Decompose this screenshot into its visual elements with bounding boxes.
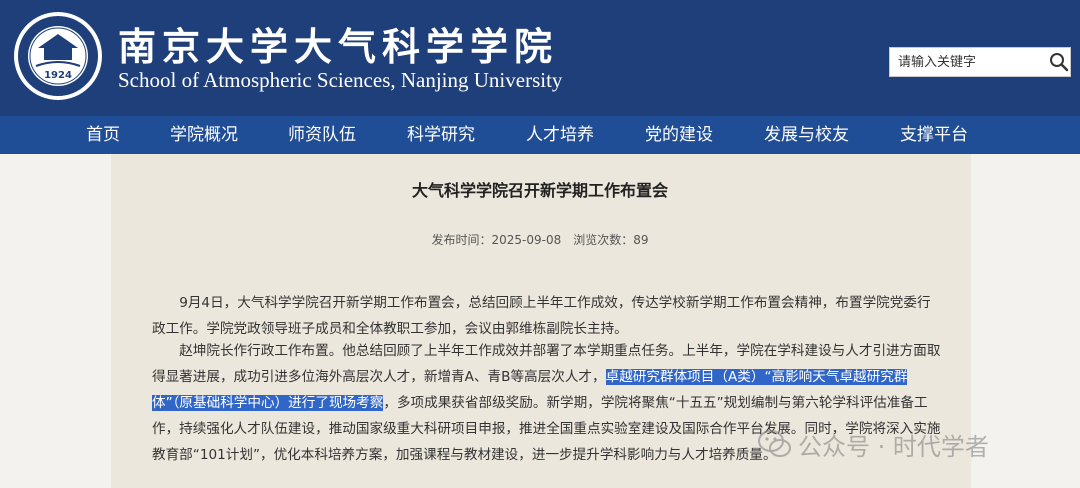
nav-item-about[interactable]: 学院概况 [170, 116, 238, 154]
nav-item-education[interactable]: 人才培养 [526, 116, 594, 154]
nav-item-alumni[interactable]: 发展与校友 [764, 116, 849, 154]
college-name-cn: 南京大学大气科学学院 [118, 24, 559, 69]
nav-item-party[interactable]: 党的建设 [645, 116, 713, 154]
watermark-text: 公众号 · 时代学者 [798, 432, 989, 461]
main-nav: 首页 学院概况 师资队伍 科学研究 人才培养 党的建设 发展与校友 支撑平台 [0, 116, 1080, 154]
nav-item-faculty[interactable]: 师资队伍 [288, 116, 356, 154]
search-icon[interactable] [1048, 51, 1070, 73]
nav-item-home[interactable]: 首页 [86, 116, 120, 154]
article-title: 大气科学学院召开新学期工作布置会 [411, 181, 668, 200]
nav-item-platform[interactable]: 支撑平台 [900, 116, 968, 154]
nav-item-research[interactable]: 科学研究 [407, 116, 475, 154]
search-box [889, 47, 1071, 77]
logo-year: 1924 [44, 70, 72, 81]
site-header: 1924 南京大学大气科学学院 School of Atmospheric Sc… [0, 0, 1080, 116]
watermark: 公众号 · 时代学者 [756, 425, 989, 463]
article-meta: 发布时间：2025-09-08 浏览次数：89 [431, 233, 649, 247]
wechat-icon [758, 430, 791, 457]
university-logo-icon[interactable]: 1924 [12, 10, 104, 102]
college-name-en: School of Atmospheric Sciences, Nanjing … [118, 68, 563, 92]
article-paragraph-1: 9月4日，大气科学学院召开新学期工作布置会，总结回顾上半年工作成效，传达学校新学… [152, 295, 931, 337]
search-input[interactable] [898, 49, 1044, 75]
